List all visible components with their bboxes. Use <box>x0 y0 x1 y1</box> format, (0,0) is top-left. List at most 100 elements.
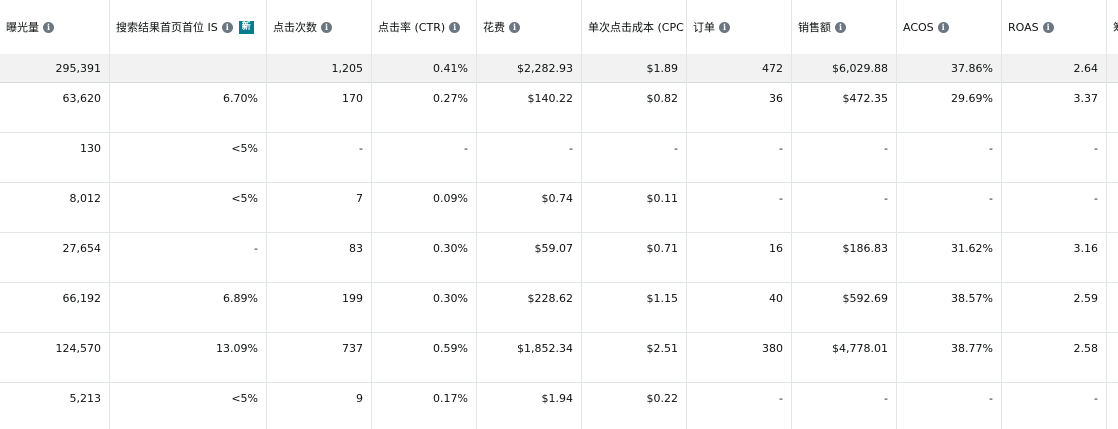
cell-impressions: 124,570 <box>0 332 110 382</box>
column-header-label: 搜索结果首页首位 IS <box>116 21 218 34</box>
cell-cpc: $0.71 <box>582 232 687 282</box>
total-cell-sales: $6,029.88 <box>792 54 897 82</box>
info-icon[interactable]: i <box>835 21 846 33</box>
table-row[interactable]: 8,012 <5% 7 0.09% $0.74 $0.11- - - - <box>0 182 1118 233</box>
column-header-label: 点击次数 <box>273 21 317 34</box>
cell-cpc: $0.82 <box>582 82 687 132</box>
cell-extra <box>1107 132 1118 182</box>
column-header-impressions[interactable]: 曝光量 i <box>0 0 110 54</box>
column-header-label: 曝光量 <box>6 21 39 34</box>
cell-extra <box>1107 332 1118 382</box>
cell-clicks: 737 <box>267 332 372 382</box>
column-header-sales[interactable]: 销售额 i <box>792 0 897 54</box>
total-cell-clicks: 1,205 <box>267 54 372 82</box>
info-icon[interactable]: i <box>321 21 332 33</box>
cell-orders: 380 <box>687 332 792 382</box>
table-row[interactable]: 27,654-83 0.30% $59.07 $0.71 16 $186.83 31.62%… <box>0 232 1118 283</box>
table-row[interactable]: 130 <5% - - - - - - - - <box>0 132 1118 183</box>
cell-clicks: 7 <box>267 182 372 232</box>
cell-ctr: 0.09% <box>372 182 477 232</box>
column-header-label: ACOS <box>903 20 934 34</box>
cell-tos_is: - <box>110 232 267 282</box>
table-header-row: 曝光量 i 搜索结果首页首位 IS i 新点击次数 i 点击率 (CTR) i 花费 i 单次点击成… <box>0 0 1118 55</box>
cell-spend: $1,852.34 <box>477 332 582 382</box>
cell-tos_is: 6.70% <box>110 82 267 132</box>
column-header-acos[interactable]: ACOS i <box>897 0 1002 54</box>
cell-orders: - <box>687 132 792 182</box>
cell-roas: - <box>1002 382 1107 429</box>
info-icon[interactable]: i <box>509 21 520 33</box>
cell-spend: $228.62 <box>477 282 582 332</box>
cell-impressions: 63,620 <box>0 82 110 132</box>
cell-impressions: 66,192 <box>0 282 110 332</box>
cell-ctr: 0.30% <box>372 282 477 332</box>
column-header-ctr[interactable]: 点击率 (CTR) i <box>372 0 477 54</box>
cell-acos: - <box>897 132 1002 182</box>
total-cell-spend: $2,282.93 <box>477 54 582 82</box>
cell-orders: 36 <box>687 82 792 132</box>
cell-extra <box>1107 182 1118 232</box>
cell-roas: 2.58 <box>1002 332 1107 382</box>
table-row[interactable]: 63,620 6.70% 170 0.27% $140.22 $0.82 36 $472.35… <box>0 82 1118 133</box>
cell-spend: $1.94 <box>477 382 582 429</box>
column-header-roas[interactable]: ROAS i <box>1002 0 1107 54</box>
cell-cpc: $0.22 <box>582 382 687 429</box>
cell-impressions: 130 <box>0 132 110 182</box>
cell-roas: 3.37 <box>1002 82 1107 132</box>
column-header-label: 筹 <box>1113 19 1118 35</box>
cell-tos_is: <5% <box>110 132 267 182</box>
column-header-cpc[interactable]: 单次点击成本 (CPCi <box>582 0 687 54</box>
cell-sales: $592.69 <box>792 282 897 332</box>
cell-orders: 40 <box>687 282 792 332</box>
cell-orders: 16 <box>687 232 792 282</box>
cell-acos: 38.77% <box>897 332 1002 382</box>
column-header-label: 点击率 (CTR) <box>378 21 446 34</box>
cell-roas: - <box>1002 132 1107 182</box>
total-cell-extra <box>1107 54 1118 82</box>
column-header-label: ROAS <box>1008 20 1039 34</box>
total-cell-acos: 37.86% <box>897 54 1002 82</box>
cell-ctr: 0.27% <box>372 82 477 132</box>
cell-sales: - <box>792 382 897 429</box>
table-row[interactable]: 124,570 13.09% 737 0.59% $1,852.34 $2.51 380 $4… <box>0 332 1118 383</box>
info-icon[interactable]: i <box>1042 21 1054 33</box>
cell-clicks: 199 <box>267 282 372 332</box>
cell-cpc: $2.51 <box>582 332 687 382</box>
cell-tos_is: <5% <box>110 382 267 429</box>
info-icon[interactable]: i <box>221 21 233 33</box>
cell-tos_is: <5% <box>110 182 267 232</box>
cell-extra <box>1107 282 1118 332</box>
cell-sales: $4,778.01 <box>792 332 897 382</box>
totals-row: 295,391 1,205 0.41% $2,282.93 $1.89 472 $6,029… <box>0 54 1118 83</box>
column-header-extra[interactable]: 筹 <box>1107 0 1118 54</box>
cell-clicks: 9 <box>267 382 372 429</box>
column-header-spend[interactable]: 花费 i <box>477 0 582 54</box>
cell-tos_is: 13.09% <box>110 332 267 382</box>
cell-tos_is: 6.89% <box>110 282 267 332</box>
cell-spend: $140.22 <box>477 82 582 132</box>
cell-ctr: 0.30% <box>372 232 477 282</box>
total-cell-roas: 2.64 <box>1002 54 1107 82</box>
column-header-tos_is[interactable]: 搜索结果首页首位 IS i 新 <box>110 0 267 54</box>
campaign-metrics-table: 曝光量 i 搜索结果首页首位 IS i 新点击次数 i 点击率 (CTR) i 花费 i 单次点击成… <box>0 0 1118 429</box>
cell-orders: - <box>687 182 792 232</box>
table-row[interactable]: 66,192 6.89% 199 0.30% $228.62 $1.15 40 $592.69… <box>0 282 1118 333</box>
cell-acos: 38.57% <box>897 282 1002 332</box>
column-header-orders[interactable]: 订单 i <box>687 0 792 54</box>
info-icon[interactable]: i <box>43 21 54 33</box>
column-header-label: 销售额 <box>798 21 831 34</box>
info-icon[interactable]: i <box>719 21 730 33</box>
cell-roas: 2.59 <box>1002 282 1107 332</box>
info-icon[interactable]: i <box>449 21 461 33</box>
cell-extra <box>1107 382 1118 429</box>
total-cell-orders: 472 <box>687 54 792 82</box>
cell-ctr: 0.17% <box>372 382 477 429</box>
cell-spend: - <box>477 132 582 182</box>
column-header-clicks[interactable]: 点击次数 i <box>267 0 372 54</box>
info-icon[interactable]: i <box>937 21 949 33</box>
cell-ctr: - <box>372 132 477 182</box>
table-row[interactable]: 5,213 <5% 9 0.17% $1.94 $0.22- - - - <box>0 382 1118 429</box>
cell-acos: - <box>897 182 1002 232</box>
cell-spend: $59.07 <box>477 232 582 282</box>
cell-cpc: $1.15 <box>582 282 687 332</box>
